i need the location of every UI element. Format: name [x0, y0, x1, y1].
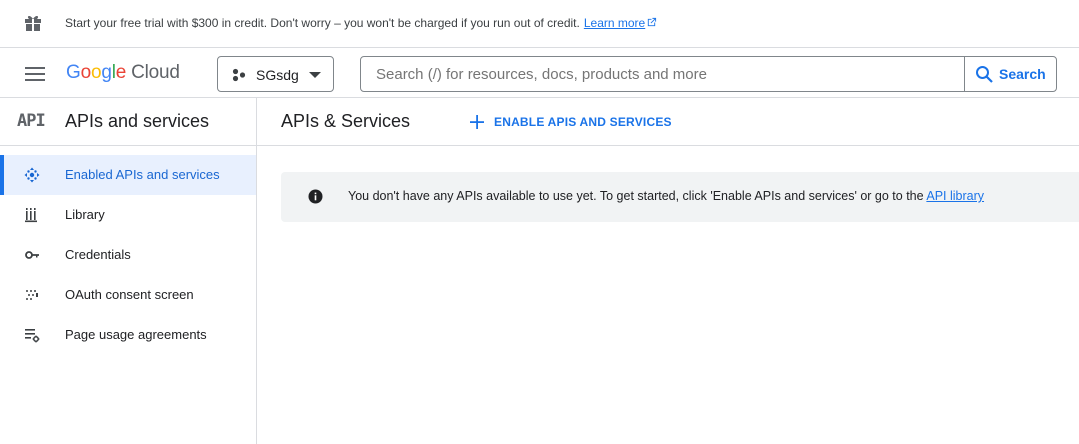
notice-message: You don't have any APIs available to use…	[348, 189, 984, 203]
project-picker[interactable]: SGsdg	[217, 56, 334, 92]
sidebar-item-label: OAuth consent screen	[65, 287, 194, 302]
sidebar-header: API APIs and services	[0, 98, 256, 146]
sidebar-item-label: Credentials	[65, 247, 131, 262]
external-link-icon[interactable]	[646, 17, 657, 28]
logo-cloud: Cloud	[131, 62, 180, 83]
google-cloud-logo[interactable]: Google Cloud	[66, 62, 180, 84]
sidebar-item-label: Library	[65, 207, 105, 222]
chevron-down-icon	[309, 72, 321, 78]
settings-list-icon	[25, 329, 40, 343]
project-name: SGsdg	[256, 67, 299, 83]
api-icon: API	[17, 111, 46, 131]
logo-google: Google	[66, 62, 127, 83]
sidebar: API APIs and services Enabled APIs and s…	[0, 98, 257, 444]
sidebar-item-label: Page usage agreements	[65, 327, 207, 342]
trial-banner: Start your free trial with $300 in credi…	[0, 0, 1079, 48]
info-icon	[308, 189, 323, 204]
oauth-icon	[26, 290, 38, 300]
search-icon	[976, 66, 993, 83]
sidebar-item-label: Enabled APIs and services	[65, 167, 220, 182]
search-button[interactable]: Search	[965, 57, 1057, 91]
banner-message: Start your free trial with $300 in credi…	[65, 16, 580, 30]
page-header: APIs & Services ENABLE APIS AND SERVICES	[257, 98, 1079, 146]
search-bar: Search	[360, 56, 1057, 92]
sidebar-item-oauth[interactable]: OAuth consent screen	[0, 275, 256, 315]
api-library-link[interactable]: API library	[926, 189, 984, 203]
project-icon	[232, 68, 246, 82]
sidebar-item-page-usage[interactable]: Page usage agreements	[0, 315, 256, 355]
info-notice: You don't have any APIs available to use…	[281, 172, 1079, 222]
sidebar-item-enabled-apis[interactable]: Enabled APIs and services	[0, 155, 256, 195]
key-icon	[25, 251, 39, 259]
gift-icon	[25, 15, 41, 31]
search-button-label: Search	[999, 66, 1046, 82]
page-title: APIs & Services	[281, 111, 411, 131]
plus-icon	[470, 115, 484, 129]
sidebar-item-library[interactable]: Library	[0, 195, 256, 235]
sidebar-title: APIs and services	[65, 111, 210, 131]
search-input[interactable]	[376, 66, 956, 83]
sidebar-item-credentials[interactable]: Credentials	[0, 235, 256, 275]
enable-apis-label: ENABLE APIS AND SERVICES	[494, 115, 672, 129]
notice-text: You don't have any APIs available to use…	[348, 189, 924, 203]
enabled-apis-icon	[24, 167, 40, 183]
learn-more-link[interactable]: Learn more	[584, 16, 645, 30]
banner-text: Start your free trial with $300 in credi…	[65, 16, 657, 30]
library-icon	[25, 208, 37, 223]
menu-icon[interactable]	[25, 67, 45, 81]
